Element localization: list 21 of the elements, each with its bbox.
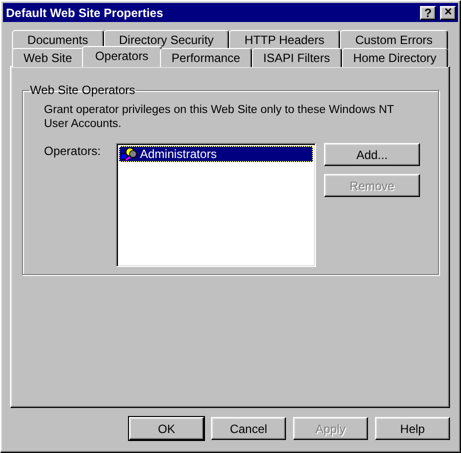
list-item[interactable]: Administrators [119,146,313,162]
window-title: Default Web Site Properties [6,6,164,20]
list-label: Operators: [44,143,102,160]
user-group-icon [121,147,137,161]
tab[interactable]: Home Directory [342,48,448,67]
tab[interactable]: HTTP Headers [229,30,340,49]
dialog-button[interactable]: Help [375,417,450,440]
tab[interactable]: Performance [160,48,252,67]
help-button[interactable]: ? [420,6,436,20]
close-button[interactable]: ✕ [440,6,456,20]
tab[interactable]: Custom Errors [340,30,448,49]
tab[interactable]: Web Site [12,48,84,67]
dialog-button[interactable]: OK [129,417,204,440]
add-button[interactable]: Add... [324,143,420,166]
tab[interactable]: Operators [82,46,162,67]
dialog-button[interactable]: Cancel [211,417,286,440]
tab[interactable]: Directory Security [104,30,230,49]
tab[interactable]: ISAPI Filters [252,48,342,67]
operators-list[interactable]: Administrators [116,143,316,267]
description-text: Grant operator privileges on this Web Site only to these Windows NT User Accounts. [44,103,395,131]
group-title: Web Site Operators [29,83,136,97]
